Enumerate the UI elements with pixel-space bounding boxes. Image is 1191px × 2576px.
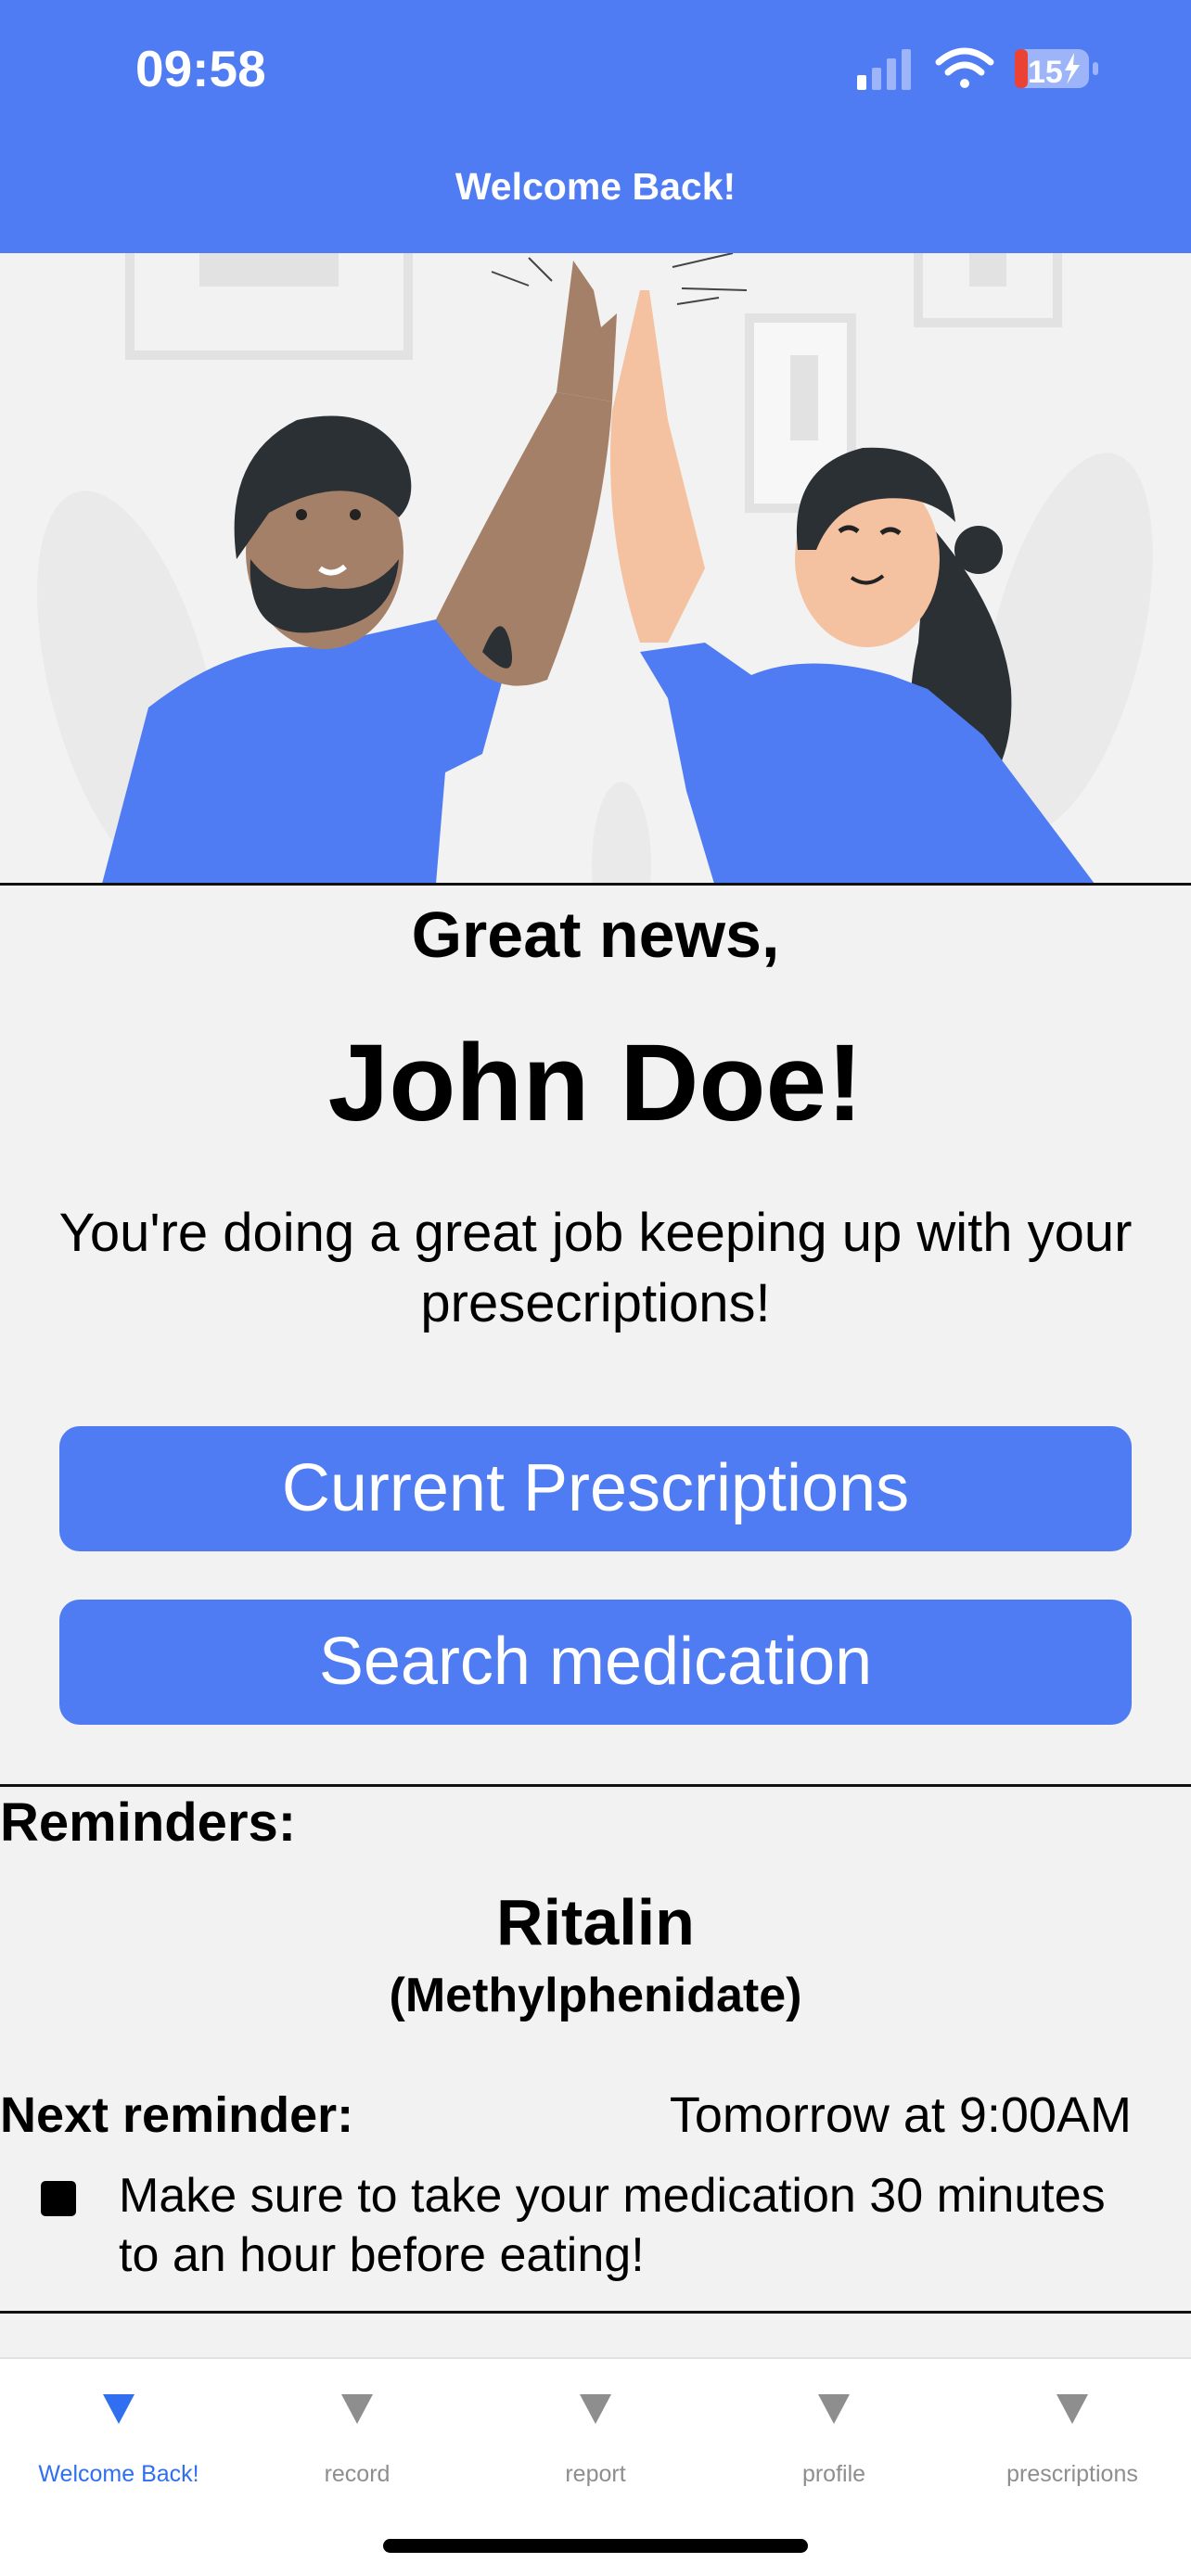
triangle-down-icon xyxy=(580,2394,611,2424)
search-medication-button[interactable]: Search medication xyxy=(59,1600,1132,1725)
bullet-icon xyxy=(41,2181,76,2216)
tab-label: report xyxy=(565,2461,626,2487)
medication-name: Ritalin xyxy=(496,1886,695,1958)
cellular-signal-icon xyxy=(857,49,911,90)
battery-level: 15 xyxy=(1028,55,1063,90)
triangle-down-icon xyxy=(341,2394,373,2424)
tab-welcome-back[interactable]: Welcome Back! xyxy=(0,2359,237,2489)
divider xyxy=(0,883,1191,886)
home-indicator xyxy=(383,2539,808,2553)
tab-report[interactable]: report xyxy=(477,2359,714,2489)
medication-generic-name: (Methylphenidate) xyxy=(389,1969,802,2022)
encouragement-message: You're doing a great job keeping up with… xyxy=(58,1203,1133,1333)
tab-profile[interactable]: profile xyxy=(715,2359,953,2489)
reminder-note: Make sure to take your medication 30 min… xyxy=(119,2169,1106,2282)
battery-icon: 15 xyxy=(1015,49,1098,90)
status-time: 09:58 xyxy=(135,40,266,97)
nav-title: Welcome Back! xyxy=(455,165,736,208)
wifi-icon xyxy=(935,47,994,88)
divider xyxy=(0,2311,1191,2314)
greeting-heading: Great news, xyxy=(411,899,780,971)
current-prescriptions-button[interactable]: Current Prescriptions xyxy=(59,1426,1132,1551)
tab-label: prescriptions xyxy=(1006,2461,1138,2487)
next-reminder-value: Tomorrow at 9:00AM xyxy=(669,2087,1132,2143)
triangle-down-icon xyxy=(103,2394,134,2424)
hero-illustration xyxy=(0,253,1191,884)
reminders-heading: Reminders: xyxy=(0,1792,297,1853)
tab-label: profile xyxy=(801,2461,866,2487)
triangle-down-icon xyxy=(1057,2394,1088,2424)
tab-record[interactable]: record xyxy=(238,2359,476,2489)
next-reminder-label: Next reminder: xyxy=(0,2087,354,2143)
status-icons: 15 xyxy=(857,47,1098,90)
user-name: John Doe! xyxy=(327,1022,864,1144)
triangle-down-icon xyxy=(818,2394,850,2424)
tab-label: Welcome Back! xyxy=(38,2461,199,2487)
header-bar: 09:58 15 Welcome Back! xyxy=(0,0,1191,253)
divider xyxy=(0,1784,1191,1787)
tab-prescriptions[interactable]: prescriptions xyxy=(954,2359,1191,2489)
tab-label: record xyxy=(324,2461,391,2487)
